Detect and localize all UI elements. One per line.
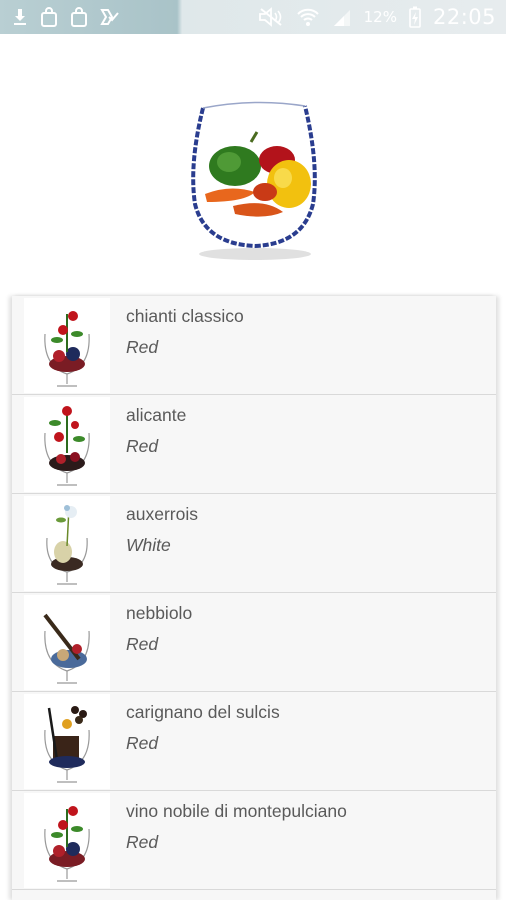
wine-name: auxerrois xyxy=(126,504,198,524)
wine-type: Red xyxy=(126,733,159,753)
battery-percent: 12% xyxy=(363,8,397,26)
header xyxy=(0,34,506,296)
list-item[interactable]: carignano del sulcis Red xyxy=(12,692,496,791)
list-item[interactable]: vino nobile di montepulciano Red xyxy=(12,791,496,890)
download-icon xyxy=(12,8,28,26)
shopping-bag-icon xyxy=(70,7,88,27)
list-item[interactable]: chianti classico Red xyxy=(12,296,496,395)
list-item[interactable]: alicante Red xyxy=(12,395,496,494)
wine-type: Red xyxy=(126,832,159,852)
shopping-bag-icon xyxy=(40,7,58,27)
wine-type: White xyxy=(126,535,171,555)
status-bar: 12% 22:05 xyxy=(0,0,506,34)
wine-name: chianti classico xyxy=(126,306,244,326)
check-icon xyxy=(100,7,120,27)
wine-type: Red xyxy=(126,436,159,456)
list-item[interactable]: nebbiolo Red xyxy=(12,593,496,692)
wine-thumbnail xyxy=(24,397,110,492)
wine-type: Red xyxy=(126,337,159,357)
wine-list[interactable]: chianti classico Red alicante Red auxerr… xyxy=(12,296,496,900)
clock: 22:05 xyxy=(432,5,496,29)
wine-thumbnail xyxy=(24,694,110,789)
wine-name: nebbiolo xyxy=(126,603,193,623)
wine-thumbnail xyxy=(24,595,110,690)
wine-type: Red xyxy=(126,634,159,654)
battery-charging-icon xyxy=(409,6,421,28)
wine-thumbnail xyxy=(24,793,110,888)
header-image xyxy=(185,94,325,264)
wine-thumbnail xyxy=(24,298,110,393)
wine-name: alicante xyxy=(126,405,187,425)
wine-thumbnail xyxy=(24,496,110,591)
wine-name: vino nobile di montepulciano xyxy=(126,801,347,821)
list-item[interactable]: auxerrois White xyxy=(12,494,496,593)
mute-icon xyxy=(258,7,284,27)
wine-name: carignano del sulcis xyxy=(126,702,280,722)
signal-icon xyxy=(332,7,352,27)
wifi-icon xyxy=(296,7,320,27)
